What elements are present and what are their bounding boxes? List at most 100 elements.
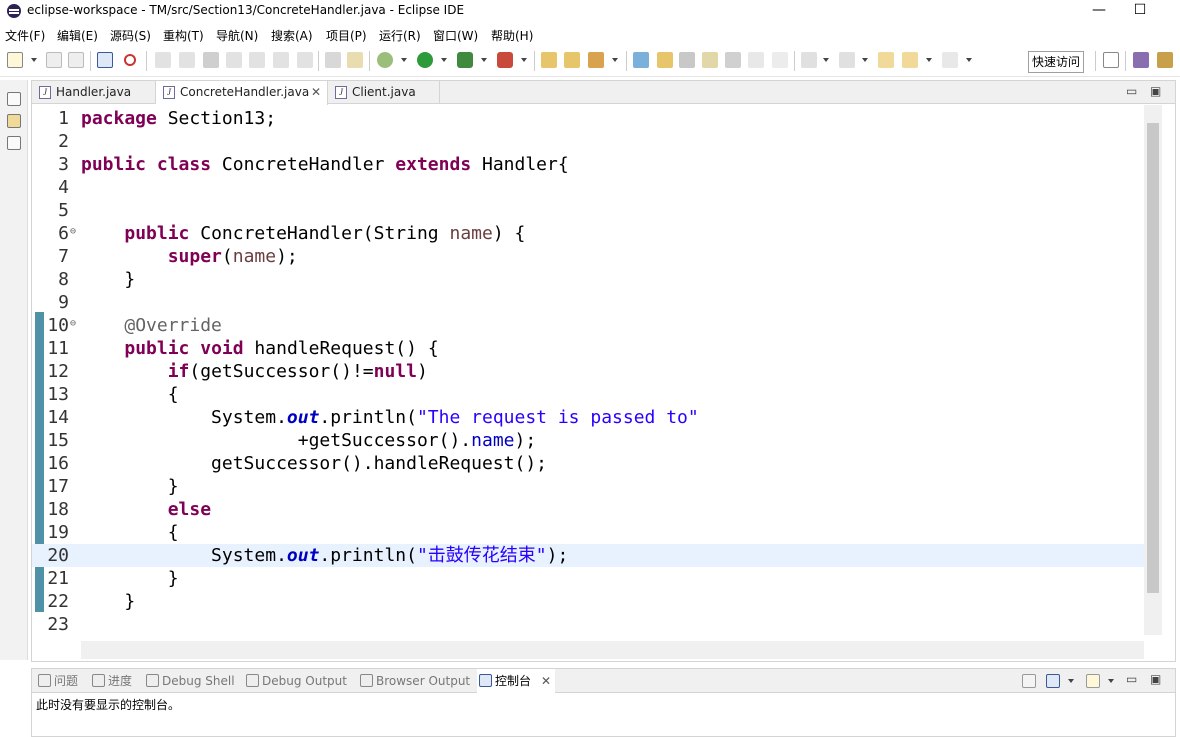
tab-debug-shell[interactable]: Debug Shell (144, 669, 235, 693)
open-task-dropdown-icon[interactable] (612, 58, 618, 62)
resume-icon[interactable] (155, 52, 171, 68)
code-editor[interactable]: 1 package Section13; 2 3 public class Concre… (32, 105, 1144, 635)
fold-toggle-icon[interactable]: ⊖ (70, 222, 76, 242)
code-line[interactable]: 15 +getSuccessor().name); (32, 429, 1144, 452)
forward-icon[interactable] (942, 52, 958, 68)
type-hierarchy-icon[interactable] (7, 136, 21, 150)
code-line[interactable]: 3 public class ConcreteHandler extends Ha… (32, 153, 1144, 176)
show-whitespace-icon[interactable] (748, 52, 764, 68)
external-tools-icon[interactable] (497, 52, 513, 68)
open-type-icon[interactable] (564, 52, 580, 68)
code-line[interactable]: 18 else (32, 498, 1144, 521)
tab-handler-java[interactable]: J Handler.java (32, 81, 156, 104)
tab-problems[interactable]: 问题 (36, 669, 78, 693)
package-explorer-icon[interactable] (7, 114, 21, 128)
code-line[interactable]: 6 ⊖ public ConcreteHandler(String name) { (32, 222, 1144, 245)
code-line[interactable]: 5 (32, 199, 1144, 222)
java-ee-perspective-icon[interactable] (1133, 52, 1149, 68)
terminate-icon[interactable] (203, 52, 219, 68)
menu-run[interactable]: 运行(R) (379, 27, 421, 44)
code-line[interactable]: 20 System.out.println("击鼓传花结束"); (32, 544, 1144, 567)
maximize-editor-icon[interactable]: ▣ (1150, 84, 1161, 98)
display-console-icon[interactable] (1046, 674, 1060, 688)
menu-search[interactable]: 搜索(A) (271, 27, 313, 44)
new-dropdown-icon[interactable] (31, 58, 37, 62)
open-perspective-icon[interactable] (1103, 52, 1119, 68)
next-annotation-dropdown-icon[interactable] (823, 58, 829, 62)
close-tab-icon[interactable]: ✕ (311, 81, 321, 103)
pin-editor-icon[interactable] (772, 52, 788, 68)
code-line[interactable]: 8 } (32, 268, 1144, 291)
save-all-icon[interactable] (68, 52, 84, 68)
save-icon[interactable] (46, 52, 62, 68)
restore-view-icon[interactable] (7, 92, 21, 106)
drop-to-frame-icon[interactable] (325, 52, 341, 68)
debug-icon[interactable] (377, 52, 393, 68)
code-line[interactable]: 7 super(name); (32, 245, 1144, 268)
run-dropdown-icon[interactable] (441, 58, 447, 62)
maximize-panel-icon[interactable]: ▣ (1150, 672, 1161, 686)
open-console-icon[interactable] (1086, 674, 1100, 688)
external-tools-dropdown-icon[interactable] (521, 58, 527, 62)
back-dropdown-icon[interactable] (926, 58, 932, 62)
code-line[interactable]: 11 public void handleRequest() { (32, 337, 1144, 360)
last-edit-location-icon[interactable] (878, 52, 894, 68)
tab-console[interactable]: 控制台 ✕ (477, 669, 555, 693)
next-annotation-icon[interactable] (801, 52, 817, 68)
open-console-dropdown-icon[interactable] (1108, 679, 1114, 683)
block-selection-icon[interactable] (702, 52, 718, 68)
code-line[interactable]: 13 { (32, 383, 1144, 406)
menu-window[interactable]: 窗口(W) (433, 27, 478, 44)
run-icon[interactable] (417, 52, 433, 68)
code-line[interactable]: 23 (32, 613, 1144, 635)
code-line[interactable]: 17 } (32, 475, 1144, 498)
previous-annotation-icon[interactable] (839, 52, 855, 68)
code-line[interactable]: 22 } (32, 590, 1144, 613)
tab-client-java[interactable]: J Client.java (328, 81, 440, 104)
horizontal-scrollbar[interactable] (81, 641, 1144, 659)
code-line[interactable]: 4 (32, 176, 1144, 199)
debug-dropdown-icon[interactable] (401, 58, 407, 62)
step-into-icon[interactable] (249, 52, 265, 68)
use-step-filters-icon[interactable] (347, 52, 363, 68)
menu-source[interactable]: 源码(S) (110, 27, 151, 44)
menu-help[interactable]: 帮助(H) (491, 27, 533, 44)
coverage-icon[interactable] (457, 52, 473, 68)
minimize-window-button[interactable]: — (1076, 0, 1122, 22)
back-icon[interactable] (902, 52, 918, 68)
menu-file[interactable]: 文件(F) (5, 27, 45, 44)
menu-refactor[interactable]: 重构(T) (163, 27, 204, 44)
step-return-icon[interactable] (297, 52, 313, 68)
code-line[interactable]: 21 } (32, 567, 1144, 590)
tab-concretehandler-java[interactable]: J ConcreteHandler.java ✕ (156, 81, 328, 105)
vertical-scrollbar[interactable] (1144, 105, 1162, 635)
menu-navigate[interactable]: 导航(N) (216, 27, 258, 44)
minimize-panel-icon[interactable]: ▭ (1126, 672, 1137, 686)
tab-progress[interactable]: 进度 (90, 669, 132, 693)
close-tab-icon[interactable]: ✕ (541, 669, 551, 693)
tab-debug-output[interactable]: Debug Output (244, 669, 347, 693)
code-line[interactable]: 10 ⊖ @Override (32, 314, 1144, 337)
terminal-icon[interactable] (97, 52, 113, 68)
toggle-mark-occurrences-icon[interactable] (657, 52, 673, 68)
code-line[interactable]: 14 System.out.println("The request is pa… (32, 406, 1144, 429)
new-java-project-icon[interactable] (541, 52, 557, 68)
tab-browser-output[interactable]: Browser Output (358, 669, 470, 693)
step-over-icon[interactable] (273, 52, 289, 68)
skip-breakpoints-icon[interactable] (124, 54, 136, 66)
scrollbar-thumb[interactable] (1147, 123, 1159, 593)
fold-toggle-icon[interactable]: ⊖ (70, 314, 76, 334)
forward-dropdown-icon[interactable] (966, 58, 972, 62)
code-line[interactable]: 2 (32, 130, 1144, 153)
menu-edit[interactable]: 编辑(E) (57, 27, 98, 44)
code-line[interactable]: 16 getSuccessor().handleRequest(); (32, 452, 1144, 475)
code-line[interactable]: 9 (32, 291, 1144, 314)
java-perspective-icon[interactable] (1157, 52, 1173, 68)
open-task-icon[interactable] (588, 52, 604, 68)
suspend-icon[interactable] (179, 52, 195, 68)
coverage-dropdown-icon[interactable] (481, 58, 487, 62)
previous-annotation-dropdown-icon[interactable] (862, 58, 868, 62)
maximize-window-button[interactable]: ☐ (1117, 0, 1163, 22)
code-line[interactable]: 12 if(getSuccessor()!=null) (32, 360, 1144, 383)
minimize-editor-icon[interactable]: ▭ (1126, 84, 1137, 98)
